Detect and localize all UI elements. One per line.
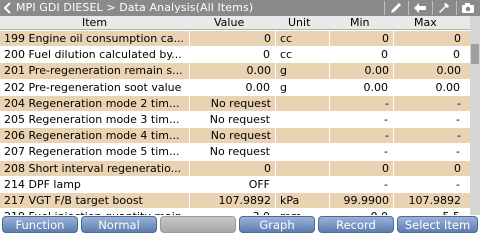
function-button[interactable]: Function xyxy=(2,216,78,233)
item-name: 208 Short interval regeneratio... xyxy=(4,161,182,175)
item-max: 0.00 xyxy=(394,79,464,96)
item-value: 107.9892 xyxy=(218,193,272,207)
item-unit: cc xyxy=(280,32,293,45)
item-min: - xyxy=(385,96,389,110)
vertical-scrollbar[interactable] xyxy=(470,16,480,216)
item-value: 0 xyxy=(190,47,274,64)
return-button[interactable] xyxy=(408,1,430,15)
table-row[interactable]: 205 Regeneration mode 3 tim... No reques… xyxy=(0,111,470,129)
item-max: 0 xyxy=(454,32,461,45)
column-divider xyxy=(393,30,394,216)
item-unit: g xyxy=(280,64,287,78)
column-unit[interactable]: Unit xyxy=(288,16,310,30)
page-title: MPI GDI DIESEL > Data Analysis(All Items… xyxy=(16,1,254,14)
item-min: 0 xyxy=(330,47,392,64)
return-arrow-icon xyxy=(414,3,426,13)
item-name: 200 Fuel dilution calculated by... xyxy=(4,47,190,64)
item-name: 204 Regeneration mode 2 tim... xyxy=(4,96,180,110)
table-row[interactable]: 200 Fuel dilution calculated by... 0 cc … xyxy=(0,47,470,64)
normal-button[interactable]: Normal xyxy=(81,216,157,233)
graph-button[interactable]: Graph xyxy=(239,216,315,233)
item-value: No request xyxy=(190,111,274,128)
item-name: 205 Regeneration mode 3 tim... xyxy=(4,111,190,128)
pen-button[interactable] xyxy=(384,1,406,15)
item-max: 107.9892 xyxy=(408,193,462,207)
camera-button[interactable] xyxy=(456,1,478,15)
item-max: - xyxy=(457,96,461,110)
item-min: - xyxy=(330,144,392,161)
item-value: 0.00 xyxy=(246,64,272,78)
column-divider xyxy=(189,30,190,216)
item-min: 0.00 xyxy=(364,64,390,78)
column-max[interactable]: Max xyxy=(414,16,437,30)
data-table: 199 Engine oil consumption ca... 0 cc 0 … xyxy=(0,31,470,226)
item-value: 0 xyxy=(264,161,271,175)
blank-button xyxy=(160,216,236,233)
tools-button[interactable] xyxy=(432,1,454,15)
column-divider xyxy=(275,30,276,216)
item-name: 202 Pre-regeneration soot value xyxy=(4,79,190,96)
column-item[interactable]: Item xyxy=(82,16,107,30)
item-name: 201 Pre-regeneration remain s... xyxy=(4,64,183,78)
column-min[interactable]: Min xyxy=(350,16,370,30)
item-unit: g xyxy=(276,79,328,96)
select-item-button[interactable]: Select Item xyxy=(397,216,478,233)
tools-icon xyxy=(439,3,449,13)
table-row[interactable]: 199 Engine oil consumption ca... 0 cc 0 … xyxy=(0,31,470,48)
table-row[interactable]: 214 DPF lamp OFF - - xyxy=(0,176,470,193)
item-min: 0 xyxy=(382,161,389,175)
item-unit xyxy=(276,176,328,193)
item-name: 206 Regeneration mode 4 tim... xyxy=(4,129,180,143)
item-value: No request xyxy=(190,144,274,161)
back-arrow-icon[interactable] xyxy=(2,0,14,16)
item-unit: kPa xyxy=(280,193,300,207)
item-min: - xyxy=(385,129,389,143)
item-max: 0.00 xyxy=(436,64,462,78)
item-unit xyxy=(276,111,328,128)
item-min: - xyxy=(330,176,392,193)
table-row[interactable]: 208 Short interval regeneratio... 0 0 0 xyxy=(0,160,470,177)
item-max: - xyxy=(457,129,461,143)
column-header: Item Value Unit Min Max xyxy=(0,16,470,30)
column-value[interactable]: Value xyxy=(214,16,244,30)
item-unit xyxy=(276,128,328,144)
table-row[interactable]: 201 Pre-regeneration remain s... 0.00 g … xyxy=(0,63,470,80)
item-name: 217 VGT F/B target boost xyxy=(4,193,143,207)
item-value: No request xyxy=(210,96,271,110)
item-value: OFF xyxy=(190,176,274,193)
item-name: 214 DPF lamp xyxy=(4,176,190,193)
pen-icon xyxy=(391,3,401,13)
camera-icon xyxy=(462,3,474,13)
item-name: 199 Engine oil consumption ca... xyxy=(4,32,185,45)
item-max: - xyxy=(394,176,464,193)
scrollbar-thumb[interactable] xyxy=(471,44,479,64)
item-unit xyxy=(276,96,328,112)
table-row[interactable]: 207 Regeneration mode 5 tim... No reques… xyxy=(0,144,470,161)
item-value: 0.00 xyxy=(190,79,274,96)
item-max: 0 xyxy=(394,47,464,64)
item-max: - xyxy=(394,111,464,128)
item-min: 0 xyxy=(382,32,389,45)
item-unit xyxy=(276,144,328,161)
table-row[interactable]: 202 Pre-regeneration soot value 0.00 g 0… xyxy=(0,79,470,96)
item-min: 99.9900 xyxy=(343,193,390,207)
item-min: 0.00 xyxy=(330,79,392,96)
table-row[interactable]: 217 VGT F/B target boost 107.9892 kPa 99… xyxy=(0,192,470,210)
item-max: 0 xyxy=(454,161,461,175)
table-row[interactable]: 204 Regeneration mode 2 tim... No reques… xyxy=(0,95,470,112)
table-row[interactable]: 206 Regeneration mode 4 tim... No reques… xyxy=(0,128,470,145)
title-bar: MPI GDI DIESEL > Data Analysis(All Items… xyxy=(0,0,480,16)
record-button[interactable]: Record xyxy=(318,216,394,233)
item-value: 0 xyxy=(264,32,271,45)
item-value: No request xyxy=(210,129,271,143)
item-unit: cc xyxy=(276,47,328,64)
item-max: - xyxy=(394,144,464,161)
item-unit xyxy=(276,161,328,177)
column-divider xyxy=(329,30,330,216)
function-bar: Function Normal Graph Record Select Item xyxy=(0,215,480,234)
item-name: 207 Regeneration mode 5 tim... xyxy=(4,144,190,161)
item-min: - xyxy=(330,111,392,128)
